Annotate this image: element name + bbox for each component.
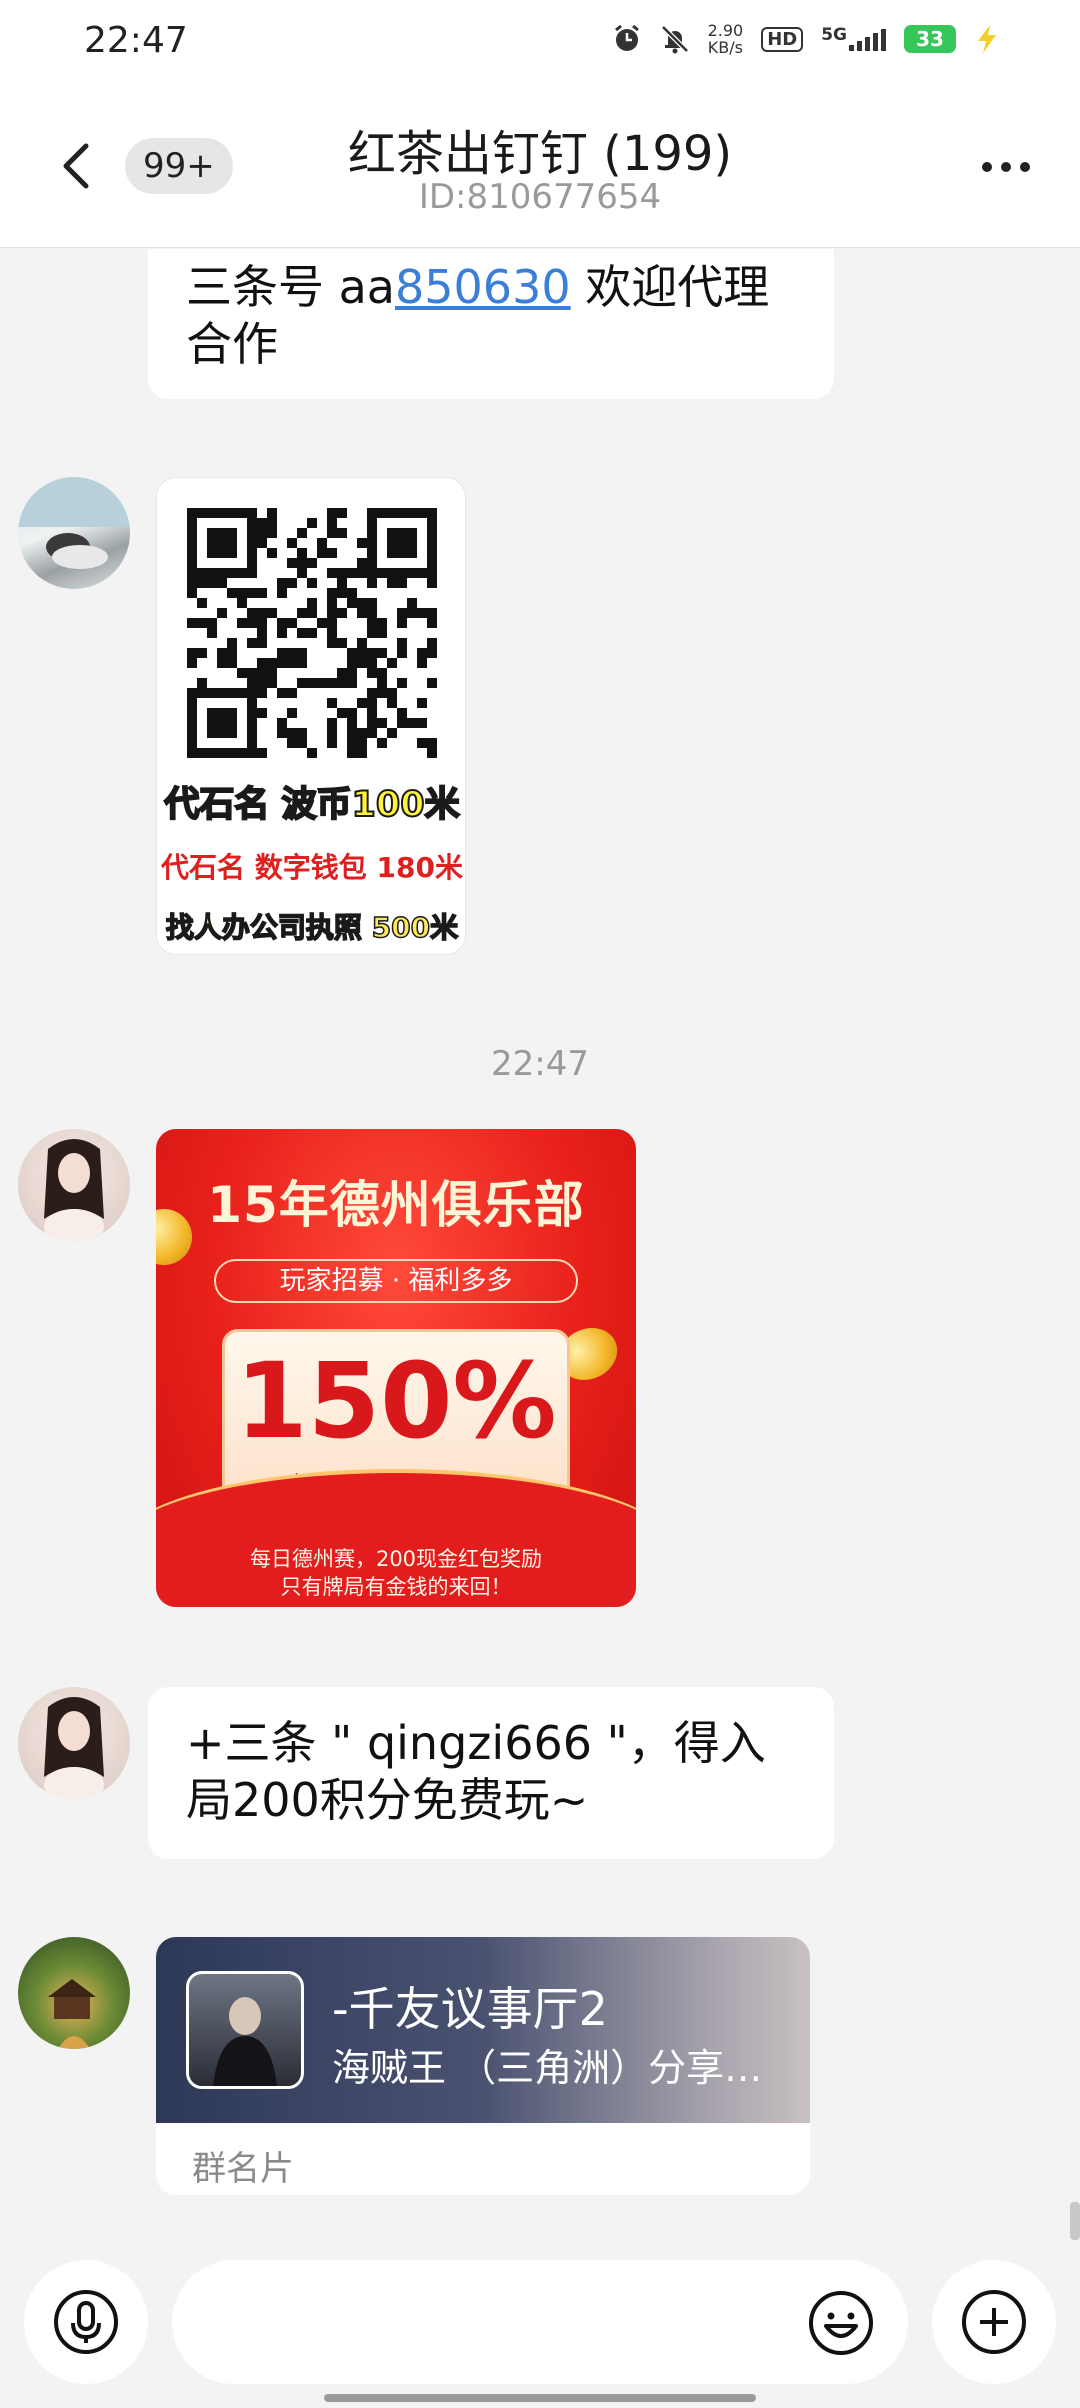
net-speed: 2.90 KB/s [708,22,744,56]
battery-level: 33 [904,25,956,53]
status-icons: 2.90 KB/s HD 5G 33 [612,22,1000,56]
group-thumbnail-image [213,1997,277,2086]
net-speed-unit: KB/s [707,38,743,57]
promo-percent: 150% [235,1340,557,1462]
group-card-message[interactable]: -千友议事厅2 海贼王 （三角洲）分享… 群名片 [156,1937,810,2195]
status-bar: 22:47 2.90 KB/s HD 5G 33 [0,0,1080,84]
avatar-image [18,477,130,569]
mute-bell-icon [660,25,689,54]
chat-title: 红茶出钉钉 (199) [347,126,733,182]
smiley-icon [809,2291,873,2355]
avatar-image [44,1697,104,1799]
message-bubble[interactable]: 三条号 aa850630 欢迎代理合作 [148,249,834,399]
alarm-icon [614,24,639,51]
avatar[interactable] [18,1687,130,1799]
message-input[interactable] [172,2260,908,2384]
avatar[interactable] [18,477,130,589]
avatar-image [44,1139,104,1241]
hd-badge: HD [761,26,804,52]
network-label: 5G [821,25,847,45]
qr-code[interactable] [187,508,437,758]
group-card-banner: -千友议事厅2 海贼王 （三角洲）分享… [156,1937,810,2123]
message-list[interactable]: 三条号 aa850630 欢迎代理合作 代石名 波币100米 代石名 数字钱包 … [0,249,1080,2245]
more-dot [1020,162,1030,172]
more-button[interactable] [982,162,1030,172]
promo-footer-2: 只有牌局有金钱的来回！ [280,1575,512,1599]
input-bar [0,2246,1080,2408]
scrollbar-thumb[interactable] [1070,2202,1080,2240]
signal-indicator: 5G [821,27,886,51]
more-dot [1001,162,1011,172]
home-indicator[interactable] [324,2394,756,2402]
promo-footer-1: 每日德州赛，200现金红包奖励 [249,1547,543,1571]
net-speed-value: 2.90 [707,21,744,40]
avatar-image [48,1979,96,2049]
promo-image-message[interactable]: 15年德州俱乐部 玩家招募 · 福利多多 150% 新人首充可得，不封顶！ 每日… [156,1129,636,1607]
more-dots-icon [982,162,992,172]
emoji-button[interactable] [806,2288,876,2358]
microphone-icon [54,2290,118,2354]
promo-tagline: 玩家招募 · 福利多多 [214,1259,578,1303]
timestamp: 22:47 [491,1044,589,1084]
group-card-label: 群名片 [192,2149,294,2189]
promo-title: 15年德州俱乐部 [207,1176,585,1234]
plus-circle-icon [962,2290,1026,2354]
group-thumbnail [186,1971,304,2089]
message-text: +三条 " qingzi666 "，得入局200积分免费玩~ [186,1716,766,1827]
charging-bolt-icon [978,25,996,53]
qr-caption-2: 代石名 数字钱包 180米 [161,851,463,884]
group-description: 海贼王 （三角洲）分享… [332,2046,763,2090]
qr-image-message[interactable]: 代石名 波币100米 代石名 数字钱包 180米 找人办公司执照 500米 [156,477,466,955]
message-bubble[interactable]: +三条 " qingzi666 "，得入局200积分免费玩~ [148,1687,834,1859]
message-link[interactable]: 850630 [395,260,571,314]
status-time: 22:47 [84,20,188,61]
group-name: -千友议事厅2 [332,1982,608,2036]
chat-id: ID:810677654 [418,177,662,217]
add-button[interactable] [932,2260,1056,2384]
chat-header: 99+ 红茶出钉钉 (199) ID:810677654 [0,84,1080,248]
qr-caption-1: 代石名 波币100米 [163,784,460,826]
avatar[interactable] [18,1937,130,2049]
qr-caption-3: 找人办公司执照 500米 [165,910,459,945]
message-text: 三条号 aa [186,260,395,314]
signal-bars-icon [849,27,886,51]
avatar[interactable] [18,1129,130,1241]
voice-button[interactable] [24,2260,148,2384]
